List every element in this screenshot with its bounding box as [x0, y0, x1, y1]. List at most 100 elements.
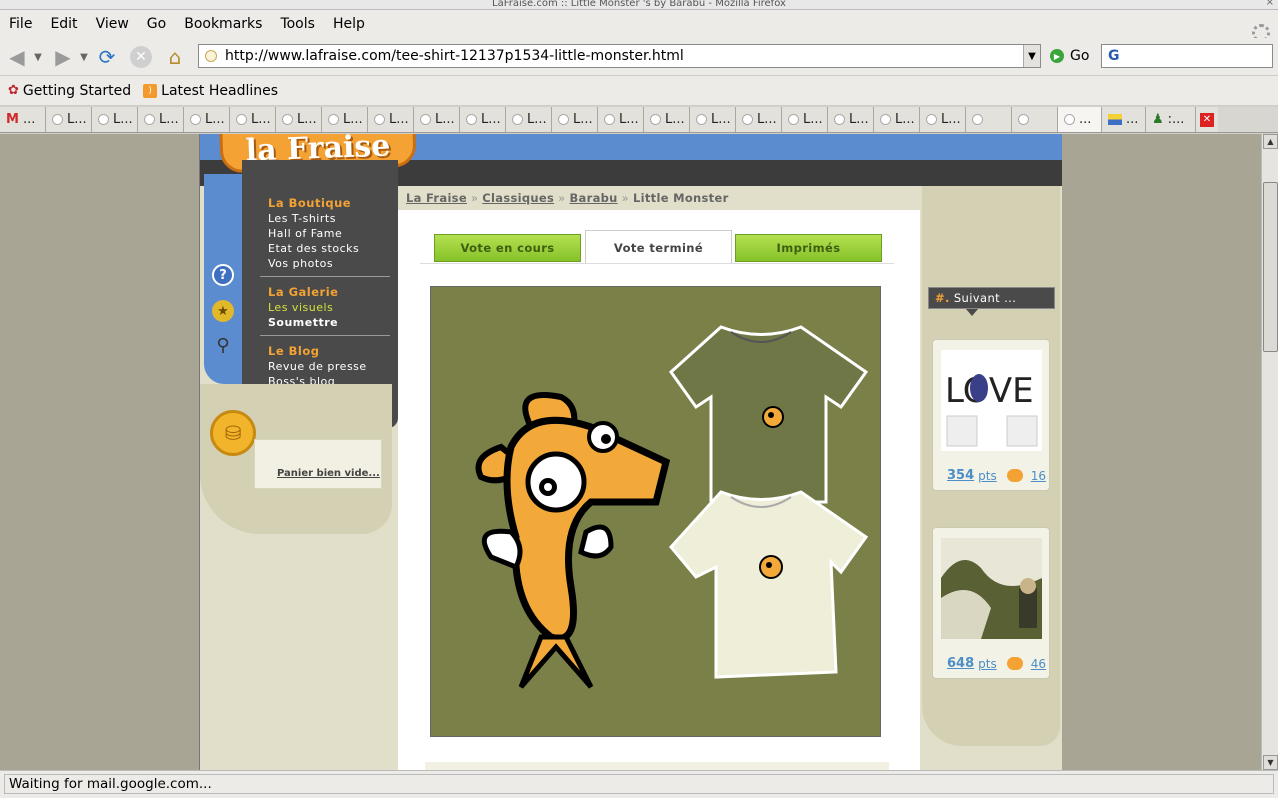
points-label[interactable]: pts — [978, 657, 997, 671]
tab-lafraise[interactable]: L... — [874, 107, 920, 132]
design-stats: 354 pts 16 — [947, 468, 1046, 483]
comment-count[interactable]: 16 — [1031, 469, 1046, 483]
tab-lafraise[interactable]: L... — [460, 107, 506, 132]
tab-lafraise[interactable] — [966, 107, 1012, 132]
tab-label: ... — [1079, 112, 1092, 127]
tab-lafraise[interactable]: L... — [230, 107, 276, 132]
stop-button[interactable]: ✕ — [128, 44, 154, 70]
tab-gmail[interactable]: M... — [0, 107, 46, 132]
below-artwork-panel — [425, 762, 889, 770]
scroll-down-arrow-icon[interactable]: ▼ — [1263, 755, 1278, 770]
next-design-card[interactable]: LOVE 354 pts 16 — [932, 339, 1050, 491]
forward-history-dropdown[interactable]: ▼ — [78, 44, 90, 70]
menu-item-photos[interactable]: Vos photos — [268, 256, 359, 271]
basket-icon[interactable]: ⛁ — [210, 410, 256, 456]
search-icon[interactable]: ⚲ — [212, 334, 234, 356]
arrow-left-icon: ◀ — [9, 45, 25, 69]
menu-item-tshirts[interactable]: Les T-shirts — [268, 211, 359, 226]
address-bar[interactable]: http://www.lafraise.com/tee-shirt-12137p… — [198, 44, 1041, 68]
tab-label: ... — [22, 112, 36, 127]
home-button[interactable]: ⌂ — [162, 44, 188, 70]
menu-heading-galerie[interactable]: La Galerie — [268, 285, 338, 300]
next-design-card[interactable]: 648 pts 46 — [932, 527, 1050, 679]
tab-lafraise[interactable]: L... — [690, 107, 736, 132]
menu-heading-blog[interactable]: Le Blog — [268, 344, 367, 359]
tab-lafraise[interactable]: L... — [414, 107, 460, 132]
points-label[interactable]: pts — [978, 469, 997, 483]
tab-label: L... — [803, 112, 823, 127]
back-history-dropdown[interactable]: ▼ — [32, 44, 44, 70]
tab-active[interactable]: ... — [1058, 107, 1102, 132]
daisy-icon — [696, 114, 707, 125]
daisy-icon — [512, 114, 523, 125]
tab-lafraise[interactable]: L... — [920, 107, 966, 132]
menu-item-visuels[interactable]: Les visuels — [268, 300, 338, 315]
breadcrumb-classiques[interactable]: Classiques — [482, 191, 554, 205]
little-monster-illustration — [475, 325, 869, 689]
design-thumbnail[interactable] — [941, 538, 1042, 639]
reload-button[interactable]: ⟳ — [94, 44, 120, 70]
tab-lafraise[interactable]: L... — [828, 107, 874, 132]
tab-lafraise[interactable]: L... — [736, 107, 782, 132]
tab-lafraise[interactable]: L... — [92, 107, 138, 132]
tab-lafraise[interactable]: L... — [138, 107, 184, 132]
vertical-scrollbar[interactable]: ▲ ▼ — [1261, 134, 1278, 770]
tab-lafraise[interactable]: L... — [644, 107, 690, 132]
back-button[interactable]: ◀ — [4, 44, 30, 70]
tab-lafraise[interactable]: L... — [46, 107, 92, 132]
daisy-icon — [282, 114, 293, 125]
tab-lafraise[interactable]: L... — [506, 107, 552, 132]
comment-count[interactable]: 46 — [1031, 657, 1046, 671]
points-value[interactable]: 354 — [947, 468, 974, 483]
menu-item-revue[interactable]: Revue de presse — [268, 359, 367, 374]
tab-imprimes[interactable]: Imprimés — [735, 234, 882, 262]
firefox-icon: ✿ — [8, 83, 19, 98]
breadcrumb-lafraise[interactable]: La Fraise — [406, 191, 467, 205]
bookmark-latest-headlines[interactable]: ) Latest Headlines — [143, 83, 278, 99]
tab-lafraise[interactable]: L... — [552, 107, 598, 132]
tab-lafraise[interactable]: L... — [598, 107, 644, 132]
tab-tshirt-site[interactable]: ♟:... — [1146, 107, 1196, 132]
tab-lafraise[interactable]: L... — [368, 107, 414, 132]
scrollbar-thumb[interactable] — [1263, 182, 1278, 352]
daisy-icon — [1018, 114, 1029, 125]
menu-view[interactable]: View — [91, 16, 134, 32]
bookmark-getting-started[interactable]: ✿ Getting Started — [8, 83, 131, 99]
tab-vote-termine[interactable]: Vote terminé — [585, 230, 732, 264]
tab-lafraise[interactable]: L... — [322, 107, 368, 132]
design-thumbnail[interactable]: LOVE — [941, 350, 1042, 451]
forward-button[interactable]: ▶ — [50, 44, 76, 70]
menu-tools[interactable]: Tools — [275, 16, 320, 32]
medal-icon[interactable]: ★ — [212, 300, 234, 322]
breadcrumb-barabu[interactable]: Barabu — [569, 191, 617, 205]
points-value[interactable]: 648 — [947, 656, 974, 671]
tab-lafraise[interactable] — [1012, 107, 1058, 132]
menu-help[interactable]: Help — [328, 16, 370, 32]
close-window-icon[interactable]: × — [1266, 0, 1274, 8]
menu-edit[interactable]: Edit — [45, 16, 82, 32]
close-tab-button[interactable]: ✕ — [1196, 107, 1218, 132]
url-history-dropdown[interactable]: ▼ — [1023, 45, 1040, 67]
help-icon[interactable]: ? — [212, 264, 234, 286]
url-text[interactable]: http://www.lafraise.com/tee-shirt-12137p… — [225, 48, 1023, 64]
menu-item-soumettre[interactable]: Soumettre — [268, 315, 338, 330]
scroll-up-arrow-icon[interactable]: ▲ — [1263, 134, 1278, 149]
go-button[interactable]: ▶ Go — [1050, 46, 1089, 66]
tab-vote-en-cours[interactable]: Vote en cours — [434, 234, 581, 262]
menu-item-stocks[interactable]: Etat des stocks — [268, 241, 359, 256]
menu-go[interactable]: Go — [142, 16, 171, 32]
menu-bookmarks[interactable]: Bookmarks — [179, 16, 267, 32]
tab-flag-site[interactable]: ... — [1102, 107, 1146, 132]
status-text: Waiting for mail.google.com... — [4, 774, 1274, 794]
empty-cart-link[interactable]: Panier bien vide... — [277, 468, 380, 479]
menu-file[interactable]: File — [4, 16, 37, 32]
tab-label: L... — [297, 112, 317, 127]
menu-item-hall-of-fame[interactable]: Hall of Fame — [268, 226, 359, 241]
search-box[interactable]: G — [1101, 44, 1273, 68]
tab-lafraise[interactable]: L... — [276, 107, 322, 132]
tab-lafraise[interactable]: L... — [184, 107, 230, 132]
cream-tshirt-mockup — [669, 490, 869, 679]
tab-lafraise[interactable]: L... — [782, 107, 828, 132]
menu-heading-boutique[interactable]: La Boutique — [268, 196, 359, 211]
google-search-engine-icon[interactable]: G — [1108, 48, 1120, 64]
